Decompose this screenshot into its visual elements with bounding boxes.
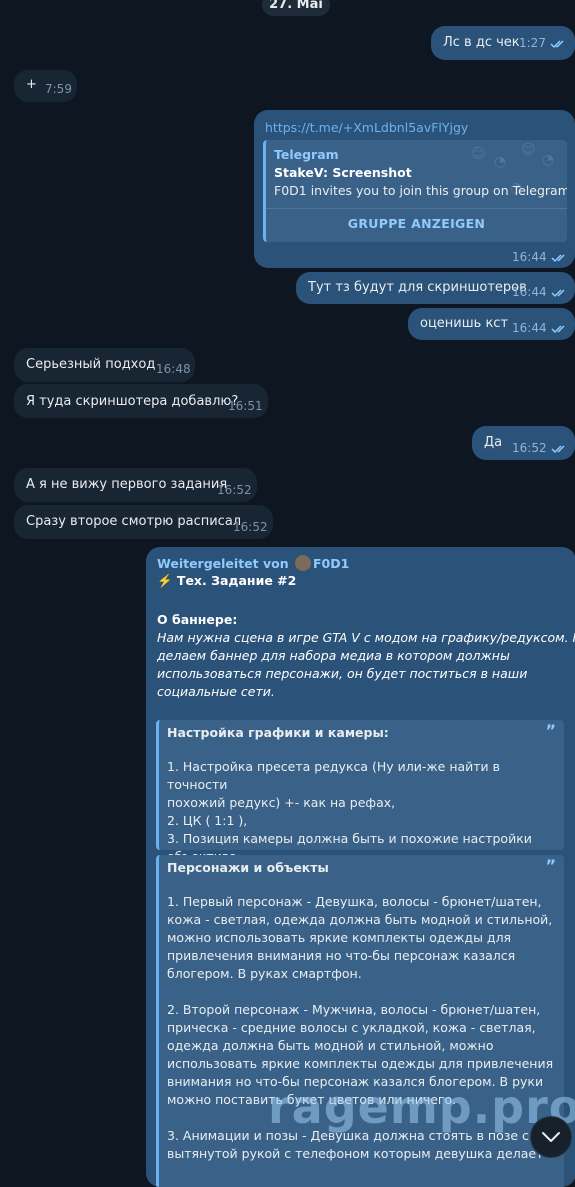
forwarded-author[interactable]: F0D1 (313, 556, 349, 571)
task-title: ⚡️ Тех. Задание #2 (157, 573, 297, 588)
message-incoming[interactable]: Я туда скриншотера добавлю? 16:51 (14, 384, 268, 418)
scroll-down-button[interactable] (530, 1116, 572, 1158)
quote-line: кожа - светлая, одежда должна быть модно… (167, 912, 553, 927)
quote-line: 3. Позиция камеры должна быть и похожие … (167, 831, 532, 846)
quote-title: Персонажи и объекты (167, 860, 329, 875)
message-text: Да (484, 435, 503, 450)
message-time: 16:44 (512, 272, 569, 312)
text-line: делаем баннер для набора медиа в котором… (157, 648, 510, 663)
message-text: Сразу второе смотрю расписал (26, 514, 242, 529)
message-link[interactable]: https://t.me/+XmLdbnl5avFlYjgy (265, 119, 468, 136)
quote-line: 2. ЦК ( 1:1 ), (167, 813, 248, 828)
message-body: О баннере: Нам нужна сцена в игре GTA V … (157, 611, 575, 701)
double-check-icon (551, 253, 565, 262)
preview-title: StakeV: Screenshot (274, 165, 412, 180)
quote-line: похожий редукс) +- как на рефах, (167, 795, 396, 810)
text-line: социальные сети. (157, 684, 275, 699)
message-text: А я не вижу первого задания (26, 477, 228, 492)
double-check-icon (551, 444, 565, 453)
forwarded-header[interactable]: Weitergeleitet von F0D1 (157, 555, 349, 571)
message-time: 16:52 (512, 426, 569, 470)
message-outgoing[interactable]: Лс в дс чек 1:27 (431, 26, 575, 60)
message-time: 16:52 (233, 520, 268, 534)
view-group-button[interactable]: GRUPPE ANZEIGEN (266, 208, 567, 239)
forwarded-prefix: Weitergeleitet von (157, 556, 289, 571)
message-text: оценишь кст (420, 316, 509, 331)
pattern-icon: ☺ (521, 142, 536, 158)
quote-line: 1. Первый персонаж - Девушка, волосы - б… (167, 894, 542, 909)
message-time: 16:51 (228, 399, 263, 413)
message-time: 16:44 (512, 308, 569, 348)
pattern-icon: ◔ (542, 152, 555, 168)
quote-line: можно использовать яркие комплекты одежд… (167, 930, 512, 945)
quote-line: прическа - средние волосы с укладкой, ко… (167, 1020, 536, 1035)
quote-line: 1. Настройка пресета редукса (Ну или-же … (167, 759, 501, 792)
quote-block: ” Персонажи и объекты 1. Первый персонаж… (156, 855, 564, 1187)
quote-icon: ” (545, 721, 556, 740)
text-line: Нам нужна сцена в игре GTA V с модом на … (157, 630, 575, 645)
message-outgoing[interactable]: Да 16:52 (472, 426, 575, 460)
message-time: 7:59 (45, 82, 72, 96)
quote-icon: ” (545, 856, 556, 875)
message-incoming[interactable]: Сразу второе смотрю расписал 16:52 (14, 505, 273, 539)
section-text: Нам нужна сцена в игре GTA V с модом на … (157, 629, 575, 701)
message-incoming[interactable]: А я не вижу первого задания 16:52 (14, 468, 257, 502)
preview-description: F0D1 invites you to join this group on T… (274, 183, 567, 198)
quote-line: блогером. В руках смартфон. (167, 966, 362, 981)
double-check-icon (551, 288, 565, 297)
double-check-icon (550, 39, 564, 48)
preview-site: Telegram (274, 147, 339, 162)
quote-block: ” Настройка графики и камеры: 1. Настрой… (156, 720, 564, 864)
section-title: О баннере: (157, 612, 238, 627)
message-outgoing[interactable]: Тут тз будут для скриншотеров 16:44 (296, 272, 575, 304)
chevron-down-icon (542, 1132, 560, 1142)
quote-line: вытянутой рукой с телефоном которым деву… (167, 1146, 544, 1161)
message-outgoing-link[interactable]: https://t.me/+XmLdbnl5avFlYjgy ☺ ◔ ☺ ◔ ◔… (254, 110, 575, 268)
pattern-icon: ☺ (471, 146, 486, 162)
pattern-icon: ◔ (494, 154, 507, 170)
message-text: Я туда скриншотера добавлю? (26, 394, 239, 409)
quote-title: Настройка графики и камеры: (167, 725, 389, 740)
link-preview[interactable]: ☺ ◔ ☺ ◔ ◔ Telegram StakeV: Screenshot F0… (263, 140, 567, 242)
message-text: Тут тз будут для скриншотеров (308, 280, 527, 295)
message-text: + (26, 77, 37, 92)
quote-line: 2. Второй персонаж - Мужчина, волосы - б… (167, 1002, 541, 1017)
double-check-icon (551, 324, 565, 333)
message-outgoing[interactable]: оценишь кст 16:44 (408, 308, 575, 340)
date-separator: 27. Mai (262, 0, 330, 16)
text-line: использоваться персонажи, он будет пости… (157, 666, 528, 681)
watermark: ragemp.pro (268, 1080, 575, 1134)
message-incoming[interactable]: Серьезный подход 16:48 (14, 348, 195, 382)
quote-line: одежда должна быть модной и стильной, мо… (167, 1038, 494, 1053)
quote-line: привлечения внимания но что-бы персонаж … (167, 948, 516, 963)
message-time: 1:27 (519, 26, 568, 60)
message-text: Лс в дс чек (443, 35, 520, 50)
message-time: 16:44 (512, 249, 569, 266)
quote-line: использовать яркие комплекты одежды для … (167, 1056, 554, 1071)
message-text: Серьезный подход (26, 357, 156, 372)
avatar (294, 555, 311, 571)
message-incoming[interactable]: + 7:59 (14, 70, 77, 102)
